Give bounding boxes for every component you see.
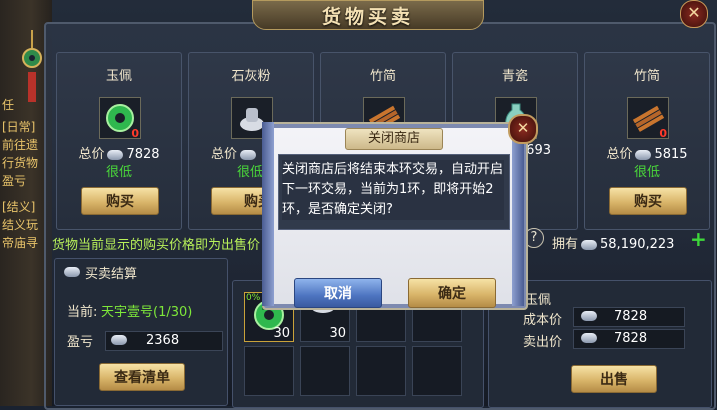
sell-price-field[interactable]: 7828 <box>573 329 685 349</box>
confirm-button[interactable]: 确定 <box>408 278 496 308</box>
quest-text[interactable]: 前往遗 <box>2 136 48 153</box>
silver-coin-icon <box>581 311 597 321</box>
quest-text[interactable]: 行货物 <box>2 154 48 171</box>
cost-field: 7828 <box>573 307 685 327</box>
buy-button[interactable]: 购买 <box>81 187 159 215</box>
quest-text[interactable]: 帝庙寻 <box>2 234 48 251</box>
owned-label: 拥有 <box>552 237 579 252</box>
goods-slot[interactable]: 0 <box>99 97 141 140</box>
quest-text[interactable]: 结义玩 <box>2 216 48 233</box>
price-row: 总价 5815 <box>585 143 709 162</box>
inventory-slot[interactable] <box>300 346 350 396</box>
goods-card[interactable]: 竹简 0 总价 5815 很低 购买 <box>584 52 710 230</box>
price-value: 5815 <box>654 147 688 162</box>
goods-count: 0 <box>131 127 139 140</box>
quest-text[interactable]: [结义] <box>2 198 48 215</box>
dialog-close-button[interactable]: ✕ <box>508 114 538 144</box>
goods-name: 青瓷 <box>501 69 528 84</box>
inventory-slot[interactable] <box>356 346 406 396</box>
slot-badge: 0% <box>246 293 261 303</box>
inventory-slot[interactable] <box>412 346 462 396</box>
buy-button[interactable]: 购买 <box>609 187 687 215</box>
goods-name: 石灰粉 <box>231 69 271 84</box>
silver-coin-icon <box>107 149 124 160</box>
goods-slot[interactable]: 0 <box>627 97 669 140</box>
add-money-icon[interactable]: + <box>690 229 707 249</box>
silver-coin-icon <box>64 267 80 277</box>
owned-money: 拥有 58,190,223 <box>552 233 674 252</box>
silver-coin-icon <box>111 335 127 345</box>
window-close-button[interactable]: ✕ <box>680 0 708 28</box>
goods-name: 玉佩 <box>105 69 132 84</box>
price-status: 很低 <box>633 165 660 180</box>
profit-field: 2368 <box>105 331 223 351</box>
cost-label: 成本价 <box>523 313 563 328</box>
price-label: 总价 <box>78 147 105 162</box>
goods-card[interactable]: 玉佩 0 总价 7828 很低 购买 <box>56 52 182 230</box>
cost-value: 7828 <box>614 309 648 324</box>
profit-label: 盈亏 <box>67 335 94 350</box>
sell-price-label: 卖出价 <box>523 335 563 350</box>
slot-count: 30 <box>329 326 346 341</box>
goods-name: 竹简 <box>633 69 660 84</box>
quest-text[interactable]: [日常] <box>2 118 48 135</box>
price-row: 总价 7828 <box>57 143 181 162</box>
current-label: 当前: <box>67 305 98 320</box>
view-list-button[interactable]: 查看清单 <box>99 363 185 391</box>
slot-count: 30 <box>273 326 290 341</box>
silver-coin-icon <box>581 239 598 250</box>
silver-coin-icon <box>240 149 257 160</box>
dialog-scroll-roller-right <box>512 122 524 306</box>
settlement-panel: 买卖结算 当前: 天宇壹号(1/30) 盈亏 2368 查看清单 <box>54 258 228 406</box>
goods-count: 0 <box>659 127 667 140</box>
current-value: 天宇壹号(1/30) <box>101 305 193 320</box>
window-title: 货物买卖 <box>252 0 484 30</box>
sell-price-value: 7828 <box>614 331 648 346</box>
settlement-title: 买卖结算 <box>85 267 138 282</box>
price-value: 7828 <box>126 147 160 162</box>
quest-text[interactable]: 盈亏 <box>2 172 48 189</box>
price-label: 总价 <box>606 147 633 162</box>
price-label: 总价 <box>211 147 238 162</box>
quest-text[interactable]: 任 <box>2 96 48 113</box>
dialog-scroll-roller-left <box>262 122 274 306</box>
price-notice: 货物当前显示的购买价格即为出售价 <box>52 238 261 253</box>
dialog-message: 关闭商店后将结束本环交易，自动开启下一环交易，当前为1环，即将开始2环，是否确定… <box>282 160 504 220</box>
silver-coin-icon <box>581 333 597 343</box>
profit-value: 2368 <box>146 333 180 348</box>
cancel-button[interactable]: 取消 <box>294 278 382 308</box>
goods-name: 竹简 <box>369 69 396 84</box>
owned-value: 58,190,223 <box>600 237 675 252</box>
silver-coin-icon <box>635 149 652 160</box>
dialog-title: 关闭商店 <box>345 128 443 150</box>
sell-button[interactable]: 出售 <box>571 365 657 393</box>
price-status: 很低 <box>105 165 132 180</box>
sell-item-name: 玉佩 <box>525 293 552 308</box>
inventory-slot[interactable] <box>244 346 294 396</box>
